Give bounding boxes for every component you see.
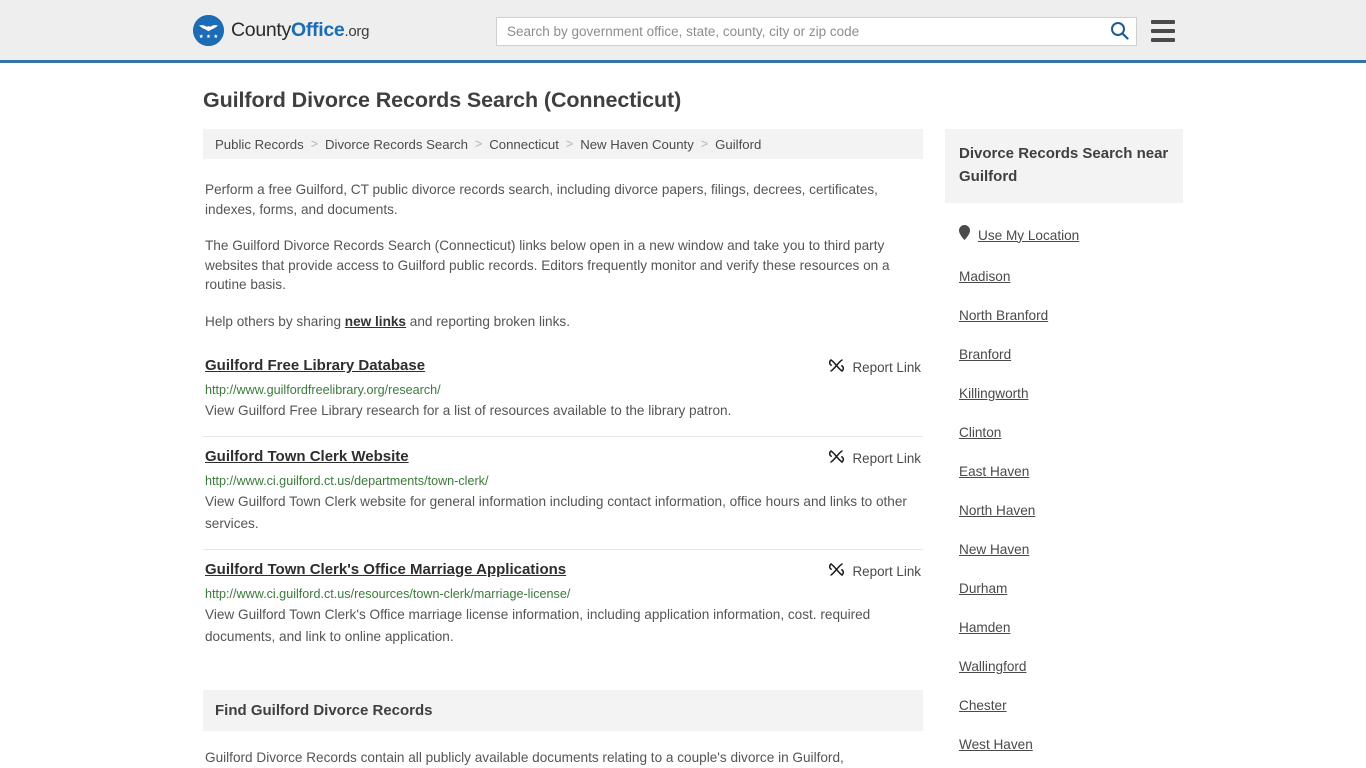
sidebar-place-label[interactable]: Branford <box>959 347 1011 362</box>
intro-paragraph-3: Help others by sharing new links and rep… <box>205 312 921 332</box>
sidebar-item-wallingford[interactable]: Wallingford <box>959 659 1169 674</box>
breadcrumb-separator: > <box>565 137 574 151</box>
find-records-body: Guilford Divorce Records contain all pub… <box>205 750 844 765</box>
sidebar-place-label[interactable]: Madison <box>959 269 1010 284</box>
report-link-button[interactable]: Report Link <box>828 356 921 377</box>
breadcrumb-item-divorce-records-search[interactable]: Divorce Records Search <box>325 137 468 152</box>
resource-link-header: Guilford Free Library Database Report Li… <box>205 356 921 377</box>
report-link-label: Report Link <box>852 359 921 375</box>
sidebar-place-label[interactable]: West Haven <box>959 737 1033 752</box>
resource-link-url: http://www.guilfordfreelibrary.org/resea… <box>205 383 441 397</box>
report-link-label: Report Link <box>852 450 921 466</box>
sidebar-place-label[interactable]: Chester <box>959 698 1007 713</box>
page-title: Guilford Divorce Records Search (Connect… <box>203 88 682 112</box>
resource-link-title[interactable]: Guilford Free Library Database <box>205 356 439 375</box>
find-records-heading: Find Guilford Divorce Records <box>203 690 923 731</box>
resource-link-header: Guilford Town Clerk's Office Marriage Ap… <box>205 560 921 581</box>
resource-link-title[interactable]: Guilford Town Clerk Website <box>205 447 423 466</box>
resource-link-entry: Guilford Town Clerk Website Report Link … <box>203 436 923 549</box>
breadcrumb: Public Records > Divorce Records Search … <box>203 129 923 159</box>
logo-text-county: County <box>231 18 291 41</box>
intro-paragraph-3-before: Help others by sharing <box>205 313 345 329</box>
resource-link-title[interactable]: Guilford Town Clerk's Office Marriage Ap… <box>205 560 580 579</box>
search-icon <box>1110 21 1129 43</box>
sidebar-item-north-branford[interactable]: North Branford <box>959 308 1169 323</box>
report-link-button[interactable]: Report Link <box>828 447 921 468</box>
sidebar-place-label[interactable]: New Haven <box>959 542 1029 557</box>
broken-link-icon <box>828 448 845 468</box>
breadcrumb-item-guilford[interactable]: Guilford <box>715 137 761 152</box>
sidebar-nearby-list: Use My Location Madison North Branford B… <box>945 225 1183 768</box>
eagle-shield-icon <box>193 14 224 46</box>
intro-paragraph-1: Perform a free Guilford, CT public divor… <box>205 182 878 217</box>
breadcrumb-item-new-haven-county[interactable]: New Haven County <box>580 137 694 152</box>
hamburger-bar-2 <box>1151 29 1175 33</box>
resource-link-description: View Guilford Town Clerk's Office marria… <box>205 607 871 644</box>
resource-link-description: View Guilford Free Library research for … <box>205 403 732 418</box>
resource-link-header: Guilford Town Clerk Website Report Link <box>205 447 921 468</box>
map-pin-icon <box>959 225 970 245</box>
sidebar-item-use-my-location[interactable]: Use My Location <box>959 225 1169 245</box>
sidebar-item-madison[interactable]: Madison <box>959 269 1169 284</box>
search-button[interactable] <box>1102 18 1136 45</box>
sidebar-place-label[interactable]: Wallingford <box>959 659 1027 674</box>
breadcrumb-separator: > <box>310 137 318 151</box>
main-column: Public Records > Divorce Records Search … <box>203 129 923 768</box>
breadcrumb-item-public-records[interactable]: Public Records <box>215 137 304 152</box>
sidebar: Divorce Records Search near Guilford Use… <box>945 129 1183 768</box>
sidebar-item-clinton[interactable]: Clinton <box>959 425 1169 440</box>
sidebar-item-killingworth[interactable]: Killingworth <box>959 386 1169 401</box>
sidebar-place-label[interactable]: Killingworth <box>959 386 1029 401</box>
intro-text: Perform a free Guilford, CT public divor… <box>203 180 923 331</box>
site-logo-text: CountyOffice.org <box>231 19 369 42</box>
sidebar-item-chester[interactable]: Chester <box>959 698 1169 713</box>
breadcrumb-separator: > <box>474 137 483 151</box>
sidebar-item-durham[interactable]: Durham <box>959 581 1169 596</box>
content-columns: Public Records > Divorce Records Search … <box>203 129 1366 768</box>
report-link-label: Report Link <box>852 563 921 579</box>
resource-link-entry: Guilford Free Library Database Report Li… <box>203 352 923 436</box>
sidebar-place-label[interactable]: North Haven <box>959 503 1035 518</box>
intro-paragraph-3-after: and reporting broken links. <box>406 313 570 329</box>
sidebar-item-west-haven[interactable]: West Haven <box>959 737 1169 752</box>
page-content: Guilford Divorce Records Search (Connect… <box>0 88 1366 768</box>
new-links-link[interactable]: new links <box>345 314 406 329</box>
site-header: CountyOffice.org <box>0 0 1366 63</box>
sidebar-item-branford[interactable]: Branford <box>959 347 1169 362</box>
broken-link-icon <box>828 561 845 581</box>
broken-link-icon <box>828 357 845 377</box>
search-bar <box>496 17 1137 46</box>
resource-link-entry: Guilford Town Clerk's Office Marriage Ap… <box>203 549 923 662</box>
site-logo[interactable]: CountyOffice.org <box>193 14 369 46</box>
report-link-button[interactable]: Report Link <box>828 560 921 581</box>
logo-text-office: Office <box>291 18 345 41</box>
sidebar-place-label[interactable]: Hamden <box>959 620 1010 635</box>
resource-links-list: Guilford Free Library Database Report Li… <box>203 352 923 662</box>
sidebar-item-north-haven[interactable]: North Haven <box>959 503 1169 518</box>
sidebar-place-label[interactable]: Clinton <box>959 425 1001 440</box>
sidebar-heading: Divorce Records Search near Guilford <box>945 129 1183 203</box>
sidebar-item-east-haven[interactable]: East Haven <box>959 464 1169 479</box>
hamburger-bar-1 <box>1151 20 1175 24</box>
breadcrumb-item-connecticut[interactable]: Connecticut <box>489 137 559 152</box>
breadcrumb-separator: > <box>700 137 709 151</box>
hamburger-menu-icon[interactable] <box>1151 20 1175 42</box>
sidebar-item-hamden[interactable]: Hamden <box>959 620 1169 635</box>
resource-link-description: View Guilford Town Clerk website for gen… <box>205 494 907 531</box>
search-input[interactable] <box>497 18 1102 45</box>
resource-link-url: http://www.ci.guilford.ct.us/departments… <box>205 474 489 488</box>
sidebar-place-label[interactable]: North Branford <box>959 308 1048 323</box>
logo-text-org: .org <box>344 22 370 40</box>
sidebar-place-label[interactable]: Durham <box>959 581 1007 596</box>
hamburger-bar-3 <box>1151 38 1175 42</box>
sidebar-item-new-haven[interactable]: New Haven <box>959 542 1169 557</box>
sidebar-place-label[interactable]: East Haven <box>959 464 1029 479</box>
resource-link-url: http://www.ci.guilford.ct.us/resources/t… <box>205 587 571 601</box>
intro-paragraph-2: The Guilford Divorce Records Search (Con… <box>205 238 890 292</box>
sidebar-use-my-location-label[interactable]: Use My Location <box>978 228 1079 243</box>
